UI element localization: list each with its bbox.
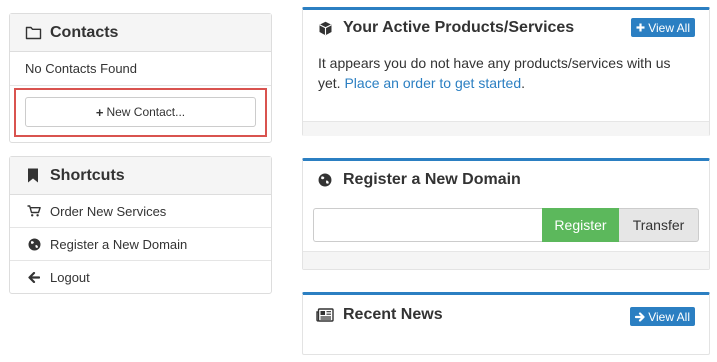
shortcut-register-domain[interactable]: Register a New Domain [10,228,271,261]
products-view-all-button[interactable]: View All [631,18,695,37]
register-button[interactable]: Register [542,208,619,242]
transfer-button[interactable]: Transfer [619,208,699,242]
new-contact-label: New Contact... [106,105,186,119]
plus-icon: + [95,104,104,120]
domain-panel-footer [303,251,709,269]
products-title: Your Active Products/Services [343,19,575,36]
recent-news-panel: Recent News View All [302,292,710,355]
folder-icon [24,24,42,42]
domain-title: Register a New Domain [343,171,521,188]
shortcuts-panel-header: Shortcuts [10,157,271,195]
products-body: It appears you do not have any products/… [303,46,709,121]
products-panel-footer [303,121,709,136]
shortcuts-title: Shortcuts [50,166,125,184]
register-domain-panel: Register a New Domain Register Transfer [302,158,710,270]
view-all-label: View All [648,20,690,35]
shortcut-order-new-services[interactable]: Order New Services [10,195,271,228]
shortcut-label: Order New Services [50,203,167,219]
arrow-right-icon [635,311,645,322]
globe-icon [27,237,41,251]
new-contact-button[interactable]: + New Contact... [25,97,256,127]
view-all-label: View All [648,309,690,324]
newspaper-icon [316,306,334,324]
news-panel-header: Recent News View All [303,295,709,335]
contacts-title: Contacts [50,23,119,41]
plus-icon [636,23,645,32]
globe-icon [316,171,334,189]
shortcut-label: Register a New Domain [50,236,188,252]
news-title: Recent News [343,306,443,323]
bookmark-icon [24,167,42,185]
shortcut-label: Logout [50,270,90,285]
domain-search-input[interactable] [313,208,542,242]
new-contact-highlight: + New Contact... [14,88,267,137]
domain-search-form: Register Transfer [303,199,709,245]
news-view-all-button[interactable]: View All [630,307,695,326]
products-panel-header: Your Active Products/Services View All [303,10,709,46]
shortcuts-panel: Shortcuts Order New Services Register a … [9,156,272,294]
active-products-panel: Your Active Products/Services View All I… [302,7,710,136]
arrow-left-icon [27,271,41,285]
place-order-link[interactable]: Place an order to get started [344,75,521,91]
cube-icon [316,19,334,37]
domain-panel-header: Register a New Domain [303,161,709,199]
cart-icon [27,204,41,218]
shortcut-logout[interactable]: Logout [10,261,271,294]
contacts-empty-text: No Contacts Found [10,52,271,86]
products-trailing-period: . [521,75,526,91]
contacts-panel-header: Contacts [10,14,271,52]
contacts-panel: Contacts No Contacts Found + New Contact… [9,13,272,143]
